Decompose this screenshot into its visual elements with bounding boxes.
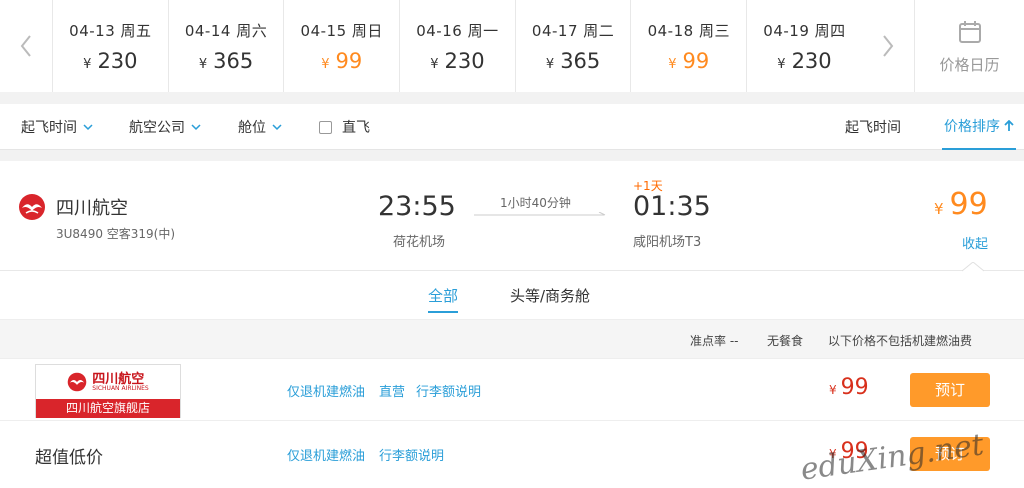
date-cell-0415[interactable]: 04-15 周日 ¥99 [283,0,400,92]
flight-duration: 1小时40分钟 [500,196,571,210]
tab-first-business[interactable]: 头等/商务舱 [510,285,590,313]
calendar-label: 价格日历 [939,56,1000,74]
direct-checkbox[interactable]: 直飞 [319,104,370,150]
date-price: ¥230 [83,49,138,73]
arrow-up-icon [1004,120,1014,131]
baggage-info-link[interactable]: 行李额说明 [379,445,444,464]
duration-arrow-icon [474,212,606,216]
filter-bar: 起飞时间 航空公司 舱位 直飞 起飞时间 价格排序 [0,104,1024,150]
sichuan-airlines-logo-icon [19,194,45,220]
calendar-icon [958,21,981,43]
arrival-time: 01:35 [633,191,711,222]
shop-logo-text: 四川航空 SICHUAN AIRLINES [92,371,149,392]
flight-number: 3U8490 空客319(中) [56,227,176,241]
chevron-left-icon [20,35,31,57]
date-price: ¥230 [777,49,832,73]
next-dates-button[interactable] [862,0,914,92]
cabin-filter[interactable]: 舱位 [238,104,282,150]
fee-note: 以下价格不包括机建燃油费 [828,334,973,348]
date-label: 04-13 周五 [69,22,152,40]
date-price: ¥230 [430,49,485,73]
collapse-link[interactable]: 收起 [962,233,988,252]
sort-departure-time[interactable]: 起飞时间 [845,104,901,150]
date-cell-0413[interactable]: 04-13 周五 ¥230 [52,0,168,92]
date-price: ¥365 [198,49,254,73]
date-label: 04-19 周四 [763,22,846,40]
date-cell-0418[interactable]: 04-18 周三 ¥99 [630,0,747,92]
airline-name: 四川航空 [56,198,128,219]
date-cell-0419[interactable]: 04-19 周四 ¥230 [746,0,862,92]
departure-time: 23:55 [378,191,456,222]
date-label: 04-14 周六 [184,22,268,40]
date-price: ¥365 [545,49,601,73]
prev-dates-button[interactable] [0,0,52,92]
price-calendar-button[interactable]: 价格日历 [914,0,1024,92]
date-label: 04-18 周三 [647,22,730,40]
offer-row: 四川航空 SICHUAN AIRLINES 四川航空旗舰店 仅退机建燃油 直营 … [0,359,1024,421]
book-button[interactable]: 预订 [910,373,990,407]
cabin-tabs: 全部 头等/商务舱 [0,271,1024,319]
chevron-down-icon [191,124,201,131]
shop-badge[interactable]: 四川航空 SICHUAN AIRLINES 四川航空旗舰店 [35,364,181,418]
date-list: 04-13 周五 ¥230 04-14 周六 ¥365 04-15 周日 ¥99… [52,0,862,92]
arrival-airport: 咸阳机场T3 [633,235,702,250]
date-price: ¥99 [668,49,710,73]
sichuan-airlines-logo-icon [67,372,87,392]
direct-sale-link[interactable]: 直营 [379,381,405,400]
tab-all[interactable]: 全部 [428,285,459,313]
departure-airport: 荷花机场 [393,235,446,250]
sort-price[interactable]: 价格排序 [942,104,1016,150]
offer-info-bar: 准点率 -- 无餐食 以下价格不包括机建燃油费 [0,319,1024,359]
date-cell-0416[interactable]: 04-16 周一 ¥230 [399,0,515,92]
refund-policy-link[interactable]: 仅退机建燃油 [287,445,365,464]
date-cell-0417[interactable]: 04-17 周二 ¥365 [514,0,631,92]
chevron-right-icon [883,35,894,57]
date-label: 04-16 周一 [416,22,499,40]
lowest-price: ¥99 [934,187,988,222]
date-price: ¥99 [321,49,363,73]
departure-time-filter[interactable]: 起飞时间 [21,104,93,150]
shop-logo: 四川航空 SICHUAN AIRLINES [36,365,180,399]
punctuality-rate: 准点率 -- [690,334,739,348]
meal-info: 无餐食 [767,334,804,348]
offer-label: 超值低价 [35,448,103,468]
offer-price: ¥99 [829,375,869,400]
date-cell-0414[interactable]: 04-14 周六 ¥365 [167,0,284,92]
date-label: 04-15 周日 [300,22,383,40]
date-label: 04-17 周二 [531,22,615,40]
date-strip: 04-13 周五 ¥230 04-14 周六 ¥365 04-15 周日 ¥99… [0,0,1024,92]
baggage-info-link[interactable]: 行李额说明 [416,381,481,400]
checkbox-box[interactable] [319,120,332,134]
refund-policy-link[interactable]: 仅退机建燃油 [287,381,365,400]
chevron-down-icon [272,124,282,131]
airline-filter[interactable]: 航空公司 [129,104,201,150]
chevron-down-icon [83,124,93,131]
shop-name: 四川航空旗舰店 [36,399,180,418]
